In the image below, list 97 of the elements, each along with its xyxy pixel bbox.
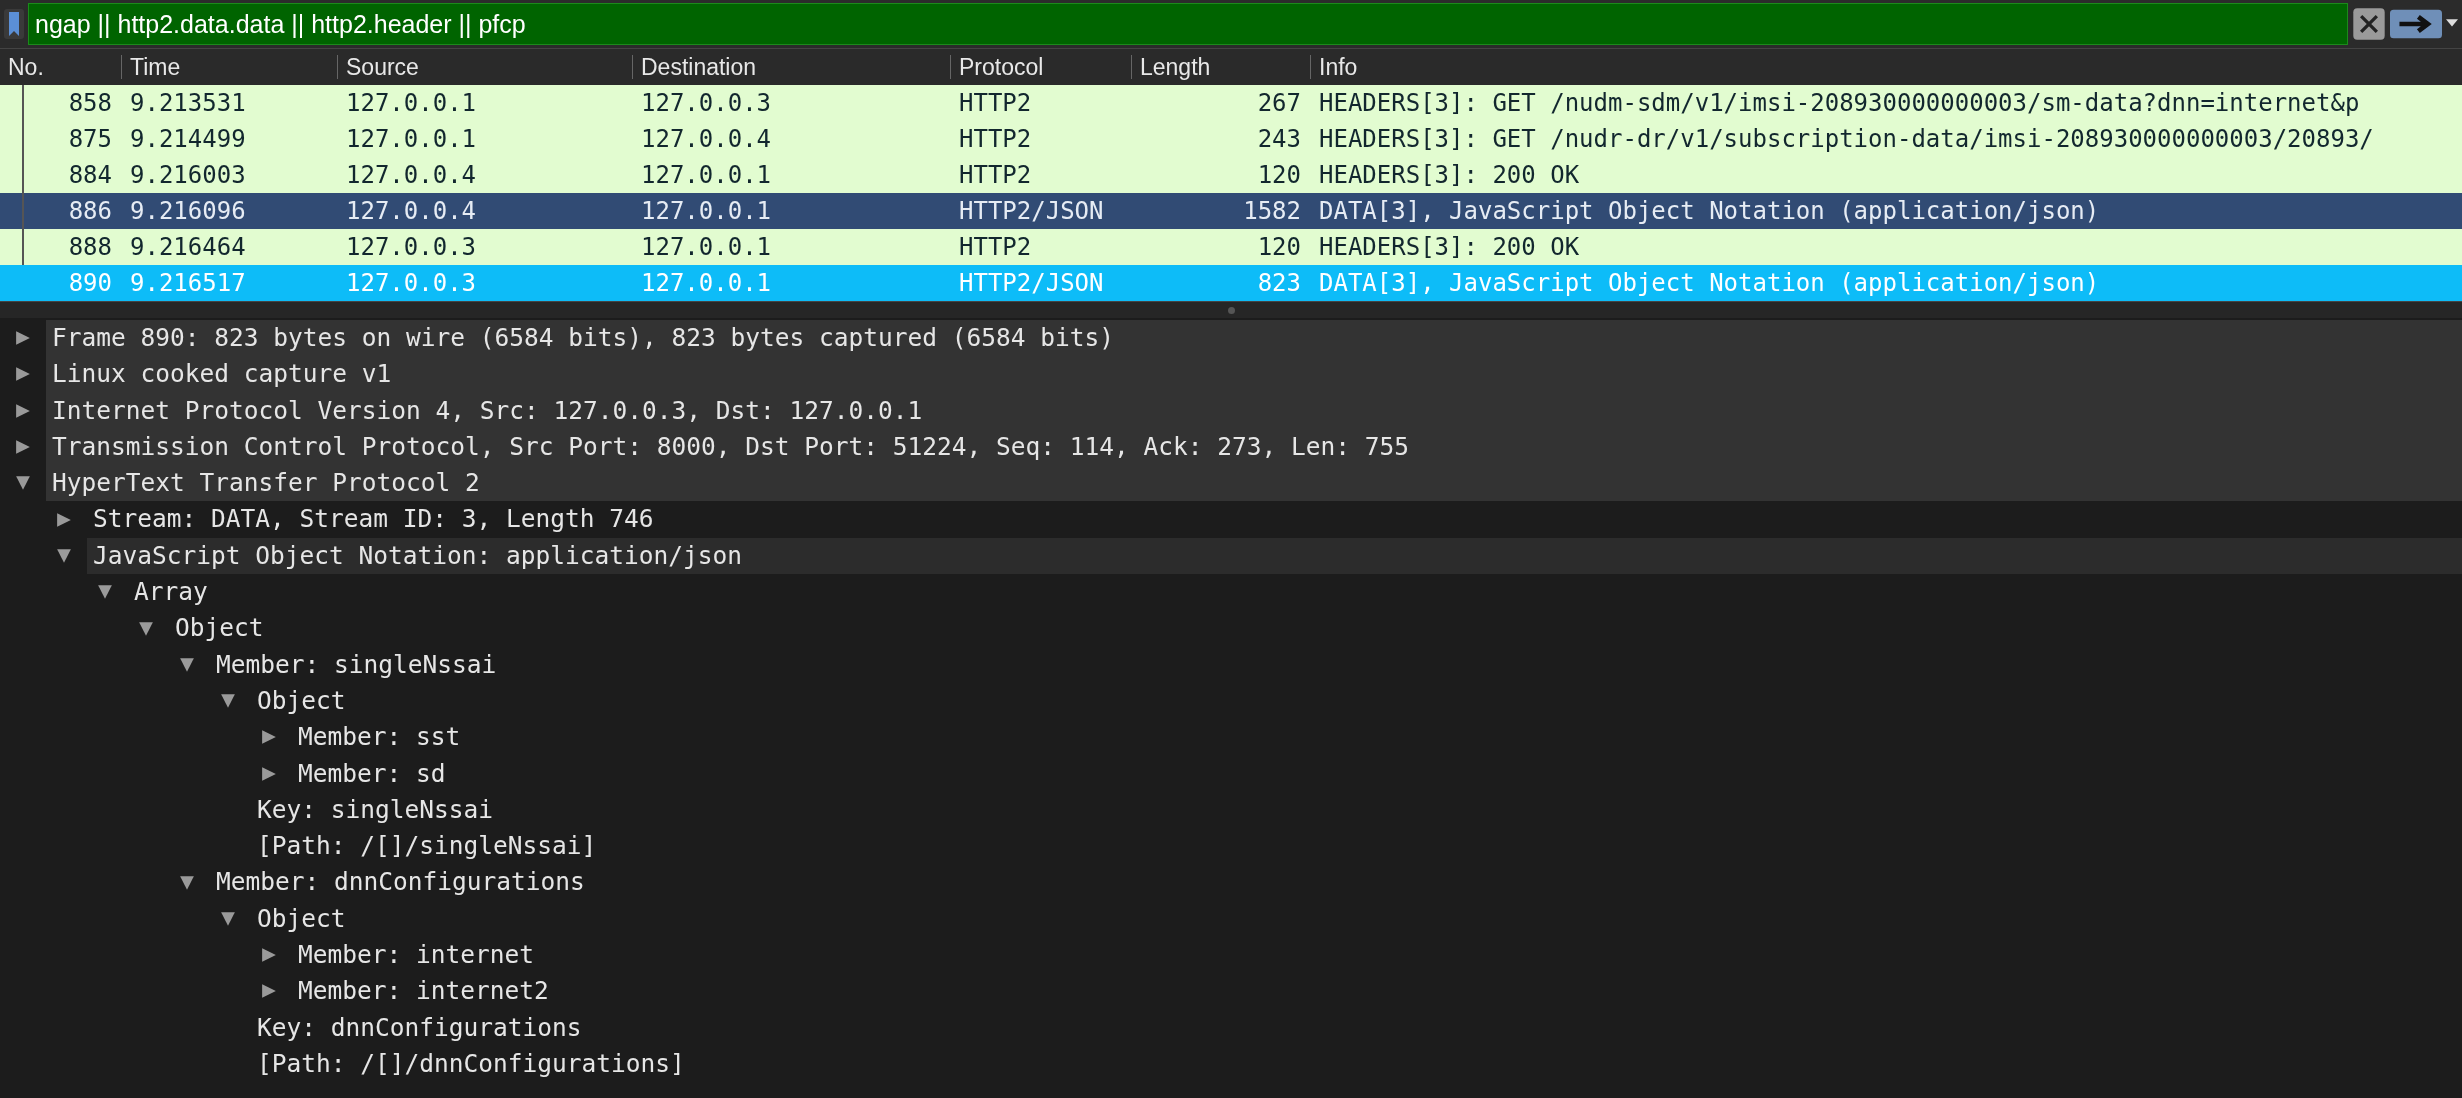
packet-length: 267: [1256, 89, 1302, 117]
triangle-right-icon[interactable]: [15, 402, 31, 419]
triangle-right-icon[interactable]: [56, 511, 72, 528]
packet-destination: 127.0.0.1: [640, 197, 773, 225]
packet-time: 9.214499: [129, 125, 247, 153]
packet-row[interactable]: 888 9.216464 127.0.0.3 127.0.0.1 HTTP2 120 HEADERS[3]: 200 OK: [0, 229, 2462, 265]
packet-info: HEADERS[3]: GET /nudm-sdm/v1/imsi-208930000000003/sm-data?dnn=internet&p: [1318, 89, 2361, 117]
packet-row[interactable]: 858 9.213531 127.0.0.1 127.0.0.3 HTTP2 267 HEADERS[3]: GET /nudm-sdm/v1/imsi-208930000000003/sm-data?dnn=internet&p: [0, 85, 2462, 121]
tree-item[interactable]: Key: singleNssai: [251, 791, 2462, 829]
packet-destination: 127.0.0.1: [640, 269, 773, 297]
packet-info: DATA[3], JavaScript Object Notation (application/json): [1318, 197, 2101, 225]
triangle-down-icon[interactable]: [15, 475, 31, 492]
packet-protocol: HTTP2: [958, 161, 1033, 189]
packet-source: 127.0.0.4: [345, 197, 478, 225]
packet-destination: 127.0.0.1: [640, 233, 773, 261]
packet-length: 120: [1256, 233, 1302, 261]
packet-protocol: HTTP2/JSON: [958, 197, 1105, 225]
packet-time: 9.216517: [129, 269, 247, 297]
column-header[interactable]: Protocol: [951, 55, 1132, 79]
tree-item[interactable]: Object: [251, 682, 2462, 720]
packet-number: 888: [67, 233, 113, 261]
packet-number: 884: [67, 161, 113, 189]
tree-item[interactable]: Frame 890: 823 bytes on wire (6584 bits), 823 bytes captured (6584 bits): [46, 320, 2462, 357]
column-header[interactable]: Length: [1132, 55, 1311, 79]
packet-source: 127.0.0.3: [345, 269, 478, 297]
packet-source: 127.0.0.1: [345, 125, 478, 153]
packet-source: 127.0.0.4: [345, 161, 478, 189]
packet-row[interactable]: 884 9.216003 127.0.0.4 127.0.0.1 HTTP2 120 HEADERS[3]: 200 OK: [0, 157, 2462, 193]
packet-length: 1582: [1242, 197, 1302, 225]
packet-time: 9.216464: [129, 233, 247, 261]
tree-item[interactable]: Transmission Control Protocol, Src Port: 8000, Dst Port: 51224, Seq: 114, Ack: 273, Len: 755: [46, 428, 2462, 466]
tree-item[interactable]: Member: dnnConfigurations: [210, 864, 2462, 901]
column-header[interactable]: No.: [0, 55, 122, 79]
packet-protocol: HTTP2: [958, 125, 1033, 153]
tree-item[interactable]: Array: [128, 574, 2462, 611]
column-header[interactable]: Time: [122, 55, 338, 79]
tree-item[interactable]: Member: internet2: [292, 973, 2462, 1010]
tree-item[interactable]: Object: [251, 900, 2462, 938]
tree-item[interactable]: Key: dnnConfigurations: [251, 1009, 2462, 1046]
packet-length: 120: [1256, 161, 1302, 189]
packet-info: DATA[3], JavaScript Object Notation (application/json): [1318, 269, 2101, 297]
packet-number: 890: [67, 269, 113, 297]
triangle-down-icon[interactable]: [220, 910, 236, 927]
packet-length: 243: [1256, 125, 1302, 153]
packet-source: 127.0.0.3: [345, 233, 478, 261]
triangle-down-icon[interactable]: [179, 656, 195, 673]
packet-number: 858: [67, 89, 113, 117]
packet-protocol: HTTP2: [958, 89, 1033, 117]
triangle-down-icon[interactable]: [56, 547, 72, 564]
triangle-right-icon[interactable]: [261, 983, 277, 1000]
packet-number: 875: [67, 125, 113, 153]
packet-time: 9.216096: [129, 197, 247, 225]
triangle-right-icon[interactable]: [15, 366, 31, 383]
tree-item[interactable]: Member: internet: [292, 937, 2462, 974]
filter-field[interactable]: ngap || http2.data.data || http2.header || pfcp: [28, 3, 2348, 45]
packet-row[interactable]: 875 9.214499 127.0.0.1 127.0.0.4 HTTP2 243 HEADERS[3]: GET /nudr-dr/v1/subscription-data/imsi-208930000000003/20893/: [0, 121, 2462, 157]
packet-info: HEADERS[3]: 200 OK: [1318, 233, 1581, 261]
tree-item[interactable]: HyperText Transfer Protocol 2: [46, 465, 2462, 502]
packet-info: HEADERS[3]: 200 OK: [1318, 161, 1581, 189]
packet-time: 9.216003: [129, 161, 247, 189]
tree-item[interactable]: Object: [169, 610, 2462, 647]
triangle-right-icon[interactable]: [261, 765, 277, 782]
tree-item[interactable]: Member: sd: [292, 755, 2462, 792]
tree-item[interactable]: Stream: DATA, Stream ID: 3, Length 746: [87, 501, 2462, 538]
triangle-down-icon[interactable]: [97, 584, 113, 601]
tree-item[interactable]: Linux cooked capture v1: [46, 356, 2462, 393]
tree-item[interactable]: [Path: /[]/singleNssai]: [251, 828, 2462, 865]
column-header[interactable]: Source: [338, 55, 633, 79]
clear-icon[interactable]: [2352, 7, 2386, 41]
column-header[interactable]: Destination: [633, 55, 951, 79]
column-header[interactable]: Info: [1311, 55, 2462, 79]
packet-info: HEADERS[3]: GET /nudr-dr/v1/subscription-data/imsi-208930000000003/20893/: [1318, 125, 2375, 153]
triangle-right-icon[interactable]: [15, 330, 31, 347]
triangle-down-icon[interactable]: [179, 874, 195, 891]
tree-item[interactable]: Member: sst: [292, 719, 2462, 756]
packet-number: 886: [67, 197, 113, 225]
packet-row[interactable]: 886 9.216096 127.0.0.4 127.0.0.1 HTTP2/JSON 1582 DATA[3], JavaScript Object Notation (application/json): [0, 193, 2462, 229]
packet-protocol: HTTP2: [958, 233, 1033, 261]
tree-item[interactable]: [Path: /[]/dnnConfigurations]: [251, 1045, 2462, 1083]
dropdown-caret-icon[interactable]: [2446, 19, 2458, 29]
bookmark-icon[interactable]: [4, 8, 24, 40]
packet-protocol: HTTP2/JSON: [958, 269, 1105, 297]
tree-item[interactable]: Internet Protocol Version 4, Src: 127.0.0.3, Dst: 127.0.0.1: [46, 392, 2462, 429]
triangle-down-icon[interactable]: [220, 693, 236, 710]
tree-item[interactable]: Member: singleNssai: [210, 646, 2462, 683]
triangle-right-icon[interactable]: [261, 947, 277, 964]
packet-time: 9.213531: [129, 89, 247, 117]
packet-destination: 127.0.0.4: [640, 125, 773, 153]
triangle-right-icon[interactable]: [261, 729, 277, 746]
packet-destination: 127.0.0.1: [640, 161, 773, 189]
tree-item[interactable]: JavaScript Object Notation: application/json: [87, 537, 2462, 575]
splitter-handle[interactable]: [1227, 306, 1235, 314]
packet-destination: 127.0.0.3: [640, 89, 773, 117]
triangle-right-icon[interactable]: [15, 439, 31, 456]
triangle-down-icon[interactable]: [138, 620, 154, 637]
packet-length: 823: [1256, 269, 1302, 297]
packet-source: 127.0.0.1: [345, 89, 478, 117]
